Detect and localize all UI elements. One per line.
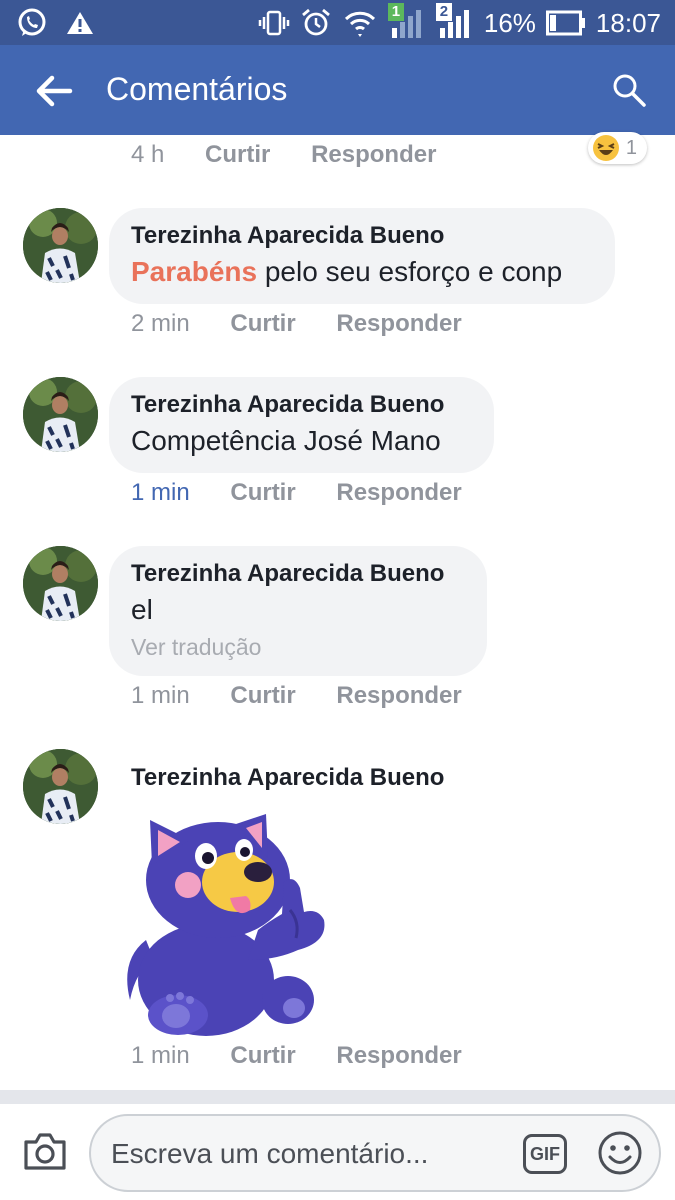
purple-dog-thumbs-up-sticker[interactable] <box>118 810 333 1038</box>
comment-author[interactable]: Terezinha Aparecida Bueno <box>131 560 465 588</box>
comment-input[interactable]: Escreva um comentário... GIF <box>89 1114 661 1192</box>
app-bar: Comentários <box>0 45 675 135</box>
comment-time[interactable]: 1 min <box>131 479 190 506</box>
sim1-badge: 1 <box>387 3 404 21</box>
comment-text: el <box>131 594 153 625</box>
like-button[interactable]: Curtir <box>230 479 295 506</box>
comment-text: Competência José Mano <box>131 425 441 456</box>
avatar[interactable] <box>23 208 98 283</box>
comment-meta-partial: 4 h Curtir Responder <box>131 141 436 169</box>
sim2-signal-icon: 2 <box>435 3 474 40</box>
reaction-badge[interactable]: 1 <box>587 132 647 164</box>
vibrate-icon <box>258 10 290 36</box>
comment-mention[interactable]: Parabéns <box>131 256 257 287</box>
comment-time: 4 h <box>131 141 165 168</box>
reply-button[interactable]: Responder <box>336 310 461 337</box>
divider <box>0 1090 675 1104</box>
like-button[interactable]: Curtir <box>205 141 270 168</box>
search-icon[interactable] <box>611 72 647 108</box>
alert-icon <box>67 12 93 34</box>
comment-text: Parabéns pelo seu esforço e conp <box>131 256 593 288</box>
sim1-signal-icon: 1 <box>387 3 426 40</box>
reply-button[interactable]: Responder <box>336 682 461 709</box>
battery-percent: 16% <box>483 7 536 38</box>
smiley-icon[interactable] <box>597 1130 643 1176</box>
like-button[interactable]: Curtir <box>230 1042 295 1069</box>
comment-time: 1 min <box>131 682 190 709</box>
reply-button[interactable]: Responder <box>336 1042 461 1069</box>
battery-icon <box>545 10 585 36</box>
comment-author[interactable]: Terezinha Aparecida Bueno <box>131 764 444 792</box>
sim2-badge: 2 <box>435 3 452 21</box>
reaction-count: 1 <box>625 136 637 159</box>
comment-meta: 1 min Curtir Responder <box>131 479 462 507</box>
comment-time: 1 min <box>131 1042 190 1069</box>
page-title: Comentários <box>106 71 288 107</box>
haha-emoji-icon <box>592 135 619 161</box>
comment-meta: 1 min Curtir Responder <box>131 682 462 710</box>
reply-button[interactable]: Responder <box>311 141 436 168</box>
comment-author[interactable]: Terezinha Aparecida Bueno <box>131 391 472 419</box>
comment-meta: 2 min Curtir Responder <box>131 310 462 338</box>
comment-composer: Escreva um comentário... GIF <box>0 1104 675 1200</box>
alarm-icon <box>301 8 330 36</box>
reply-button[interactable]: Responder <box>336 479 461 506</box>
comment-input-placeholder: Escreva um comentário... <box>111 1138 429 1169</box>
camera-icon[interactable] <box>22 1130 68 1172</box>
avatar[interactable] <box>23 546 98 621</box>
clock: 18:07 <box>595 7 661 38</box>
comment-text-body: pelo seu esforço e conp <box>257 256 563 287</box>
see-translation-link[interactable]: Ver tradução <box>131 634 465 661</box>
wifi-icon <box>344 11 375 37</box>
like-button[interactable]: Curtir <box>230 682 295 709</box>
avatar[interactable] <box>23 749 98 824</box>
back-arrow-icon[interactable] <box>34 73 74 109</box>
comment-bubble[interactable]: Terezinha Aparecida Bueno Parabéns pelo … <box>109 208 615 304</box>
like-button[interactable]: Curtir <box>230 310 295 337</box>
whatsapp-icon <box>18 8 46 36</box>
comment-meta: 1 min Curtir Responder <box>131 1042 462 1070</box>
avatar[interactable] <box>23 377 98 452</box>
comment-author[interactable]: Terezinha Aparecida Bueno <box>131 222 593 250</box>
status-bar: 1 2 16% 18:07 <box>0 0 675 45</box>
comment-time: 2 min <box>131 310 190 337</box>
gif-button[interactable]: GIF <box>523 1134 567 1174</box>
comment-bubble[interactable]: Terezinha Aparecida Bueno el Ver traduçã… <box>109 546 487 676</box>
comment-bubble[interactable]: Terezinha Aparecida Bueno Competência Jo… <box>109 377 494 473</box>
